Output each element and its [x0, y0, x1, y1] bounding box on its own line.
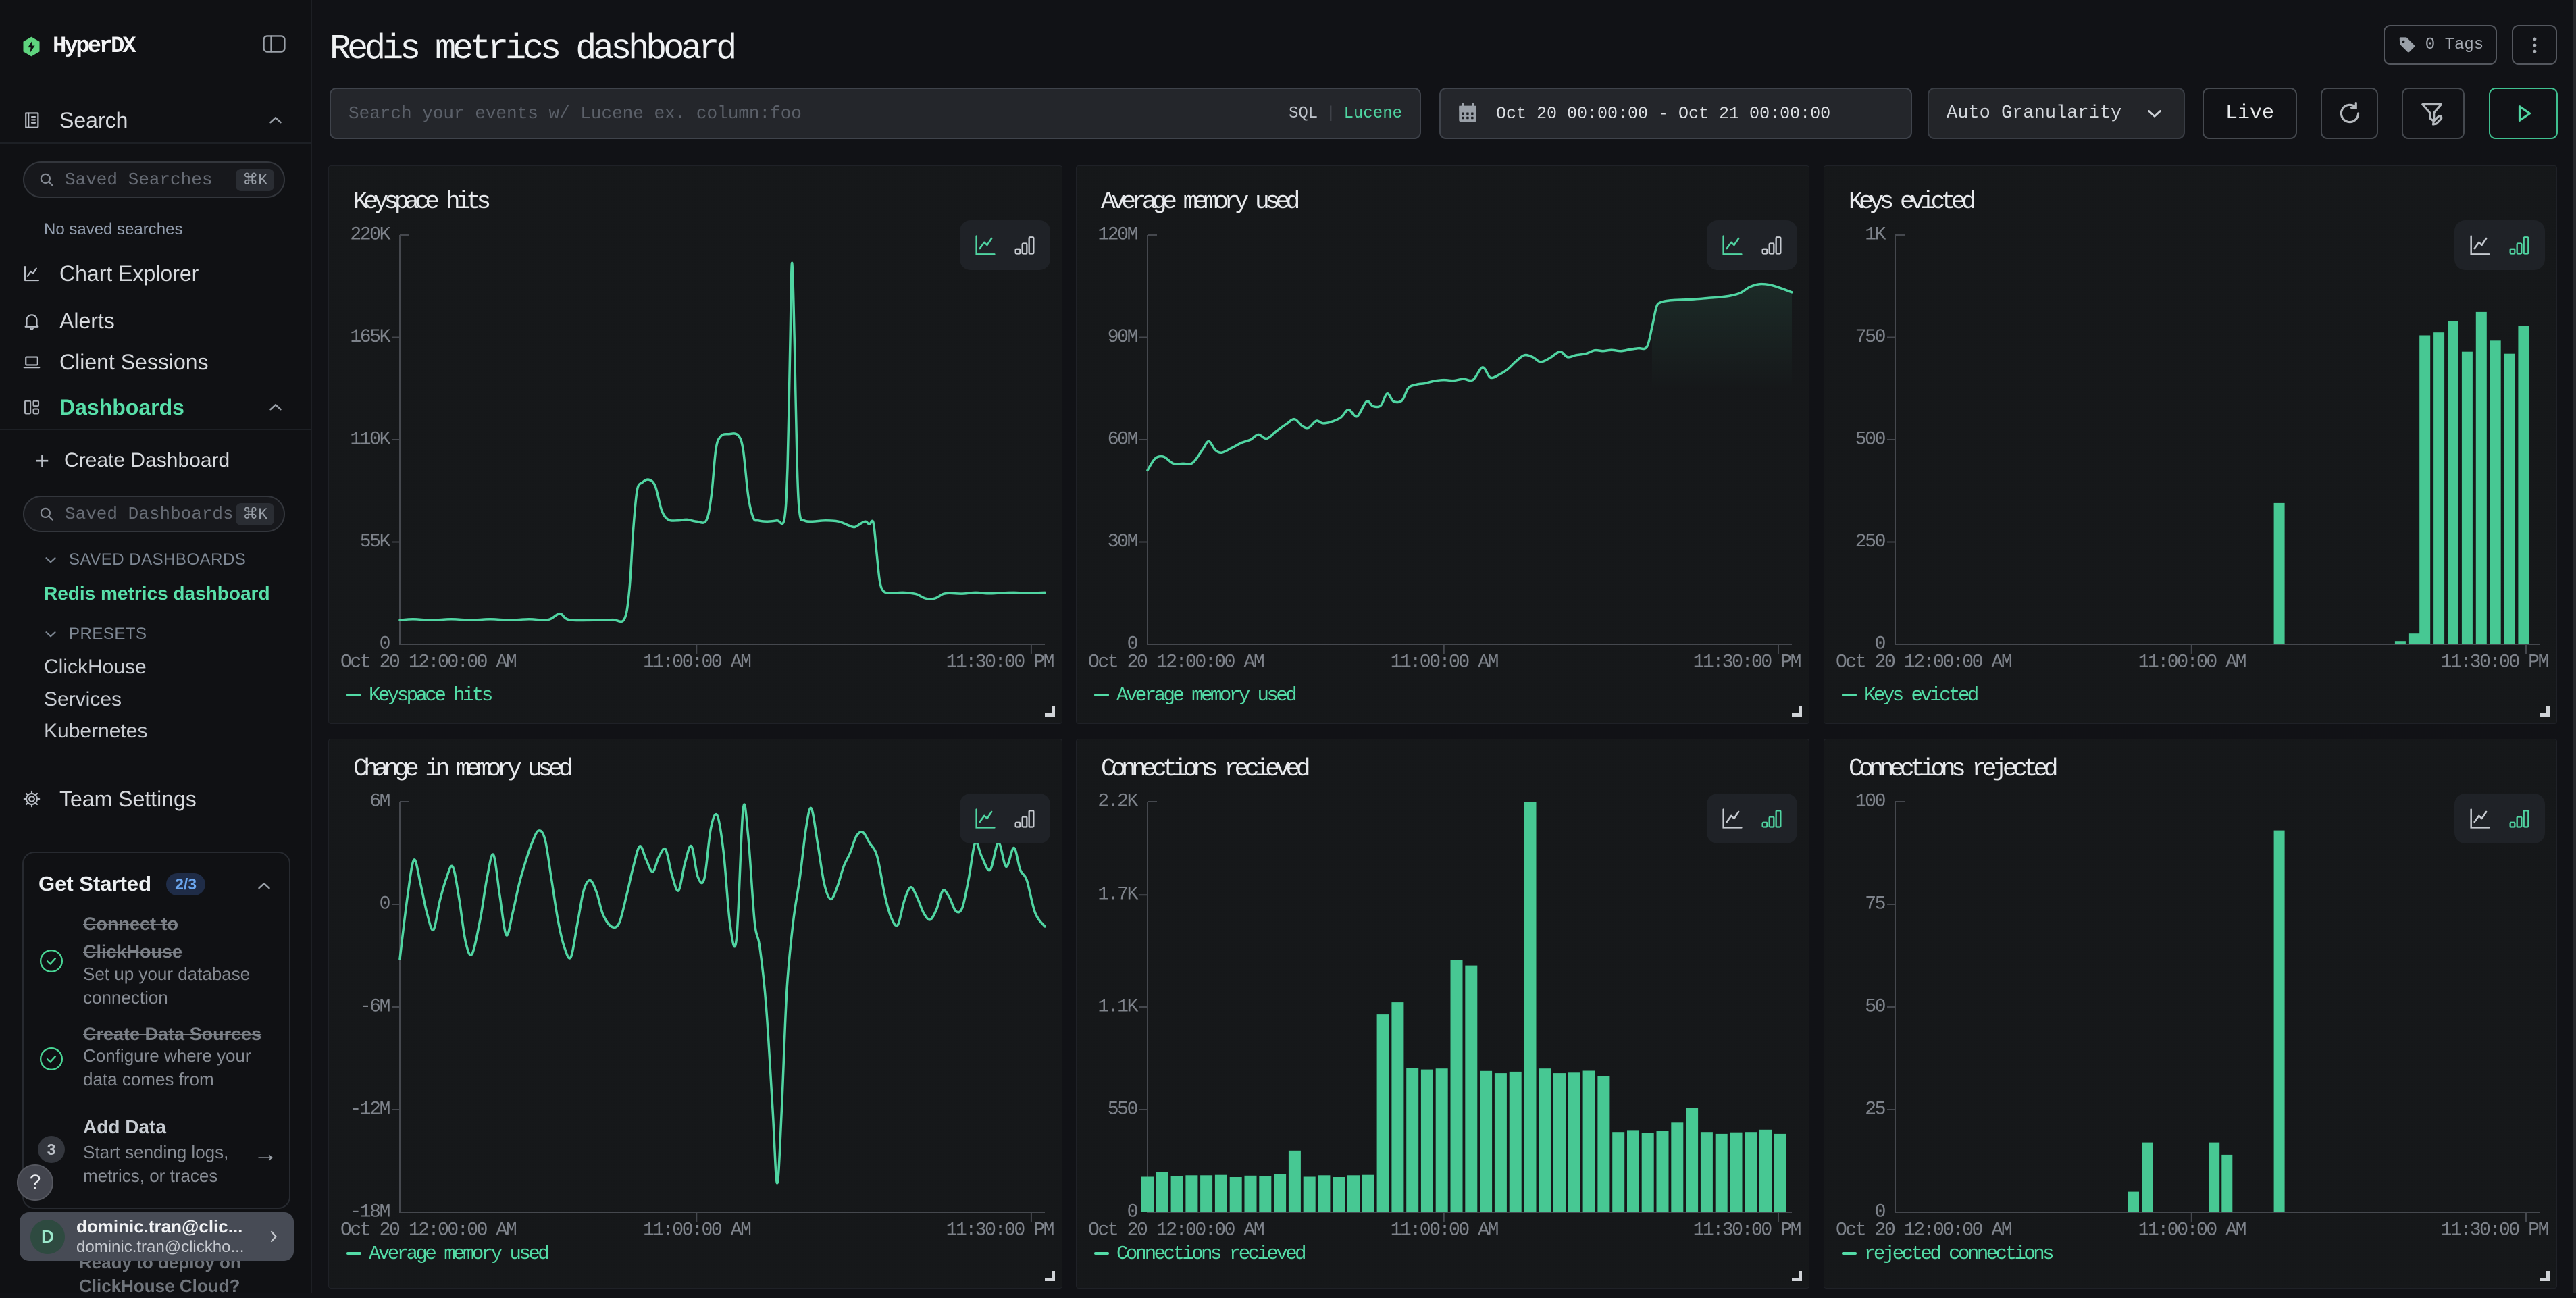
svg-text:11:30:00 PM: 11:30:00 PM — [946, 652, 1054, 673]
svg-text:-12M: -12M — [350, 1099, 390, 1120]
svg-text:11:00:00 AM: 11:00:00 AM — [643, 652, 751, 673]
svg-text:2.2K: 2.2K — [1098, 791, 1138, 812]
svg-text:500: 500 — [1855, 430, 1886, 450]
svg-text:Oct 20 12:00:00 AM: Oct 20 12:00:00 AM — [1088, 652, 1264, 673]
svg-text:6M: 6M — [369, 791, 390, 812]
svg-text:220K: 220K — [350, 225, 390, 246]
svg-text:11:00:00 AM: 11:00:00 AM — [2138, 1220, 2246, 1241]
svg-text:0: 0 — [1875, 1202, 1886, 1223]
svg-text:11:00:00 AM: 11:00:00 AM — [1391, 1220, 1499, 1241]
svg-text:50: 50 — [1865, 997, 1885, 1018]
svg-text:0: 0 — [380, 894, 390, 915]
svg-text:750: 750 — [1855, 327, 1886, 348]
svg-text:60M: 60M — [1108, 430, 1138, 450]
svg-text:550: 550 — [1108, 1099, 1138, 1120]
svg-text:120M: 120M — [1098, 225, 1137, 246]
svg-text:25: 25 — [1865, 1099, 1885, 1120]
svg-text:1.1K: 1.1K — [1098, 997, 1138, 1018]
svg-text:Oct 20 12:00:00 AM: Oct 20 12:00:00 AM — [1088, 1220, 1264, 1241]
svg-text:11:30:00 PM: 11:30:00 PM — [1693, 652, 1801, 673]
svg-text:11:00:00 AM: 11:00:00 AM — [643, 1220, 751, 1241]
svg-text:0: 0 — [1127, 634, 1138, 655]
svg-text:0: 0 — [380, 634, 390, 655]
svg-text:Oct 20 12:00:00 AM: Oct 20 12:00:00 AM — [340, 1220, 517, 1241]
svg-text:-18M: -18M — [350, 1202, 390, 1223]
svg-text:Oct 20 12:00:00 AM: Oct 20 12:00:00 AM — [340, 652, 517, 673]
svg-text:Oct 20 12:00:00 AM: Oct 20 12:00:00 AM — [1836, 1220, 2012, 1241]
svg-text:11:30:00 PM: 11:30:00 PM — [1693, 1220, 1801, 1241]
svg-text:110K: 110K — [350, 430, 390, 450]
svg-text:11:30:00 PM: 11:30:00 PM — [2441, 652, 2549, 673]
svg-text:55K: 55K — [360, 531, 391, 552]
svg-text:11:00:00 AM: 11:00:00 AM — [1391, 652, 1499, 673]
svg-text:0: 0 — [1127, 1202, 1138, 1223]
svg-text:0: 0 — [1875, 634, 1886, 655]
svg-text:1.7K: 1.7K — [1098, 885, 1138, 906]
svg-text:11:30:00 PM: 11:30:00 PM — [946, 1220, 1054, 1241]
svg-text:100: 100 — [1855, 791, 1886, 812]
svg-text:30M: 30M — [1108, 531, 1138, 552]
svg-text:-6M: -6M — [360, 997, 390, 1018]
svg-text:1K: 1K — [1865, 225, 1886, 246]
svg-text:11:00:00 AM: 11:00:00 AM — [2138, 652, 2246, 673]
svg-text:Oct 20 12:00:00 AM: Oct 20 12:00:00 AM — [1836, 652, 2012, 673]
svg-text:11:30:00 PM: 11:30:00 PM — [2441, 1220, 2549, 1241]
svg-text:90M: 90M — [1108, 327, 1138, 348]
svg-text:75: 75 — [1865, 894, 1885, 915]
svg-text:250: 250 — [1855, 531, 1886, 552]
svg-text:165K: 165K — [350, 327, 390, 348]
